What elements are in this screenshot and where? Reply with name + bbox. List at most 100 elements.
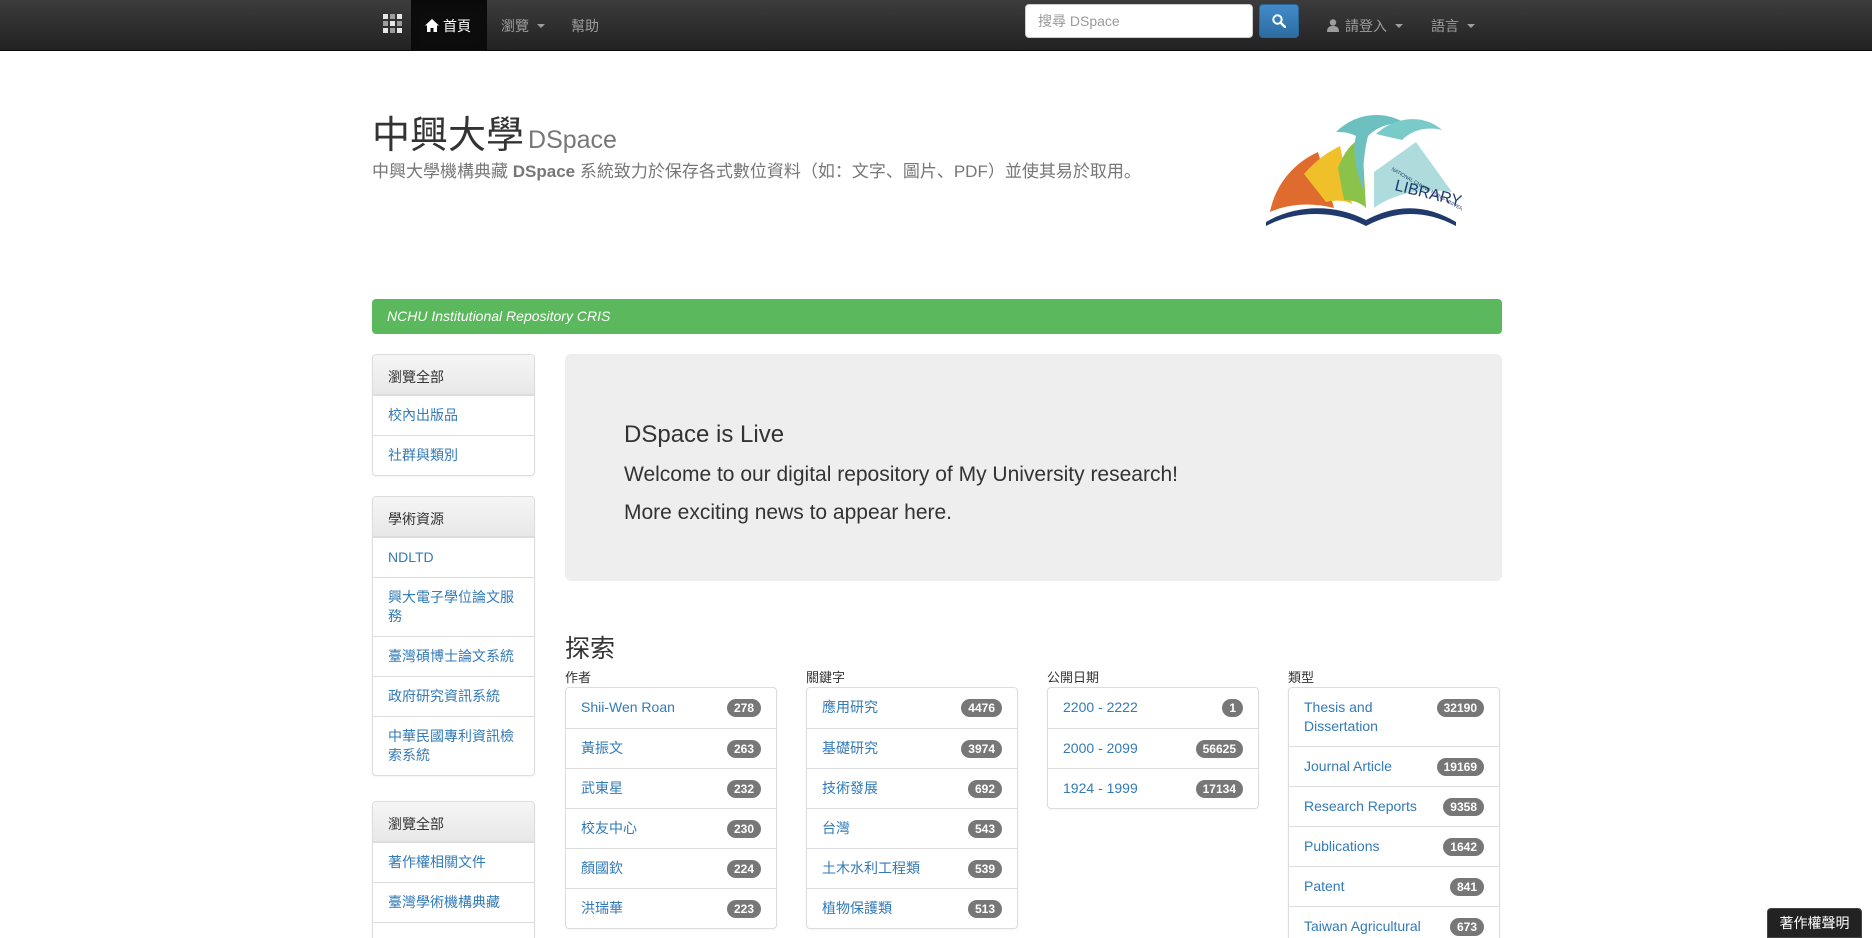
sidebar-item-patent-search[interactable]: 中華民國專利資訊檢索系統 (373, 716, 534, 775)
facet-item[interactable]: 土木水利工程類 539 (807, 848, 1017, 888)
sidebar-item-communities[interactable]: 社群與類別 (373, 435, 534, 475)
facet-link[interactable]: Patent (1304, 877, 1344, 896)
search-button[interactable] (1259, 4, 1299, 38)
facet-link[interactable]: 武東星 (581, 779, 623, 798)
facet-label: 類型 (1288, 670, 1315, 685)
news-title: DSpace is Live (624, 421, 785, 448)
count-badge: 9358 (1443, 798, 1484, 816)
facet-link[interactable]: 土木水利工程類 (822, 859, 920, 878)
facet-item[interactable]: 武東星 232 (566, 768, 776, 808)
user-icon (1327, 19, 1339, 32)
caret-down-icon (1467, 23, 1475, 28)
sidebar-item-etd-service[interactable]: 興大電子學位論文服務 (373, 577, 534, 636)
count-badge: 32190 (1436, 699, 1484, 717)
facet-item[interactable]: Shii-Wen Roan 278 (566, 688, 776, 728)
news-line-1: Welcome to our digital repository of My … (624, 463, 1178, 486)
search-input[interactable] (1025, 4, 1253, 38)
count-badge: 692 (967, 780, 1002, 798)
nav-language-label: 語言 (1431, 17, 1459, 34)
facet-link[interactable]: Journal Article (1304, 757, 1392, 776)
nav-help-label: 幫助 (571, 17, 599, 34)
facet-item[interactable]: 技術發展 692 (807, 768, 1017, 808)
sidebar-heading: 瀏覽全部 (373, 802, 534, 842)
sidebar-heading: 學術資源 (373, 497, 534, 537)
facet-link[interactable]: 黃振文 (581, 739, 623, 758)
facet-item[interactable]: 校友中心 230 (566, 808, 776, 848)
library-logo[interactable]: NATIONAL CHUNG HSING UNIVERSITY LIBRARY (1256, 112, 1462, 232)
count-badge: 223 (726, 900, 761, 918)
facet-link[interactable]: Publications (1304, 837, 1380, 856)
facet-link[interactable]: 植物保護類 (822, 899, 892, 918)
facet-link[interactable]: 應用研究 (822, 698, 878, 717)
facet-label: 作者 (565, 670, 592, 685)
sidebar-item-grb[interactable]: 政府研究資訊系統 (373, 676, 534, 716)
facet-item[interactable]: 2000 - 2099 56625 (1048, 728, 1258, 768)
facet-link[interactable]: 2200 - 2222 (1063, 698, 1138, 717)
facet-link[interactable]: Taiwan Agricultural (1304, 917, 1421, 936)
facet-list: Thesis and Dissertation 32190 Journal Art… (1288, 687, 1500, 938)
facet-link[interactable]: 技術發展 (822, 779, 878, 798)
facet-link[interactable]: 顏國欽 (581, 859, 623, 878)
search-icon (1272, 14, 1286, 28)
facet-item[interactable]: Taiwan Agricultural 673 (1289, 906, 1499, 938)
facet-item[interactable]: 台灣 543 (807, 808, 1017, 848)
nav-language-dropdown[interactable]: 語言 (1431, 0, 1475, 51)
news-line-2: More exciting news to appear here. (624, 501, 953, 524)
sidebar-item-ndltd[interactable]: NDLTD (373, 537, 534, 577)
nav-browse-dropdown[interactable]: 瀏覽 (501, 0, 545, 51)
sidebar-item-thesis-system[interactable]: 臺灣碩博士論文系統 (373, 636, 534, 676)
count-badge: 1642 (1443, 838, 1484, 856)
facet-item[interactable]: Research Reports 9358 (1289, 786, 1499, 826)
facet-item[interactable]: Publications 1642 (1289, 826, 1499, 866)
sidebar-item-copyright-docs[interactable]: 著作權相關文件 (373, 842, 534, 882)
sidebar-heading: 瀏覽全部 (373, 355, 534, 395)
news-jumbotron: DSpace is Live Welcome to our digital re… (565, 354, 1502, 581)
facet-link[interactable]: 台灣 (822, 819, 850, 838)
facet-item[interactable]: 顏國欽 224 (566, 848, 776, 888)
nav-browse-label: 瀏覽 (501, 17, 529, 34)
facet-item[interactable]: 1924 - 1999 17134 (1048, 768, 1258, 808)
facet-item[interactable]: 2200 - 2222 1 (1048, 688, 1258, 728)
facet-link[interactable]: 校友中心 (581, 819, 637, 838)
facet-link[interactable]: 2000 - 2099 (1063, 739, 1138, 758)
count-badge: 3974 (961, 740, 1002, 758)
facet-link[interactable]: Thesis and Dissertation (1304, 698, 1434, 736)
facet-link[interactable]: Shii-Wen Roan (581, 698, 675, 717)
top-navbar: 首頁 瀏覽 幫助 請登入 語言 (0, 0, 1872, 51)
facet-link[interactable]: 1924 - 1999 (1063, 779, 1138, 798)
count-badge: 224 (726, 860, 761, 878)
count-badge: 841 (1449, 878, 1484, 896)
nav-login-label: 請登入 (1345, 17, 1387, 34)
facet-link[interactable]: 基礎研究 (822, 739, 878, 758)
facet-item[interactable]: Journal Article 19169 (1289, 746, 1499, 786)
sidebar-panel-browse-2: 瀏覽全部 著作權相關文件 臺灣學術機構典藏 (372, 801, 535, 938)
dspace-logo-icon[interactable] (372, 0, 412, 51)
facet-item[interactable]: 植物保護類 513 (807, 888, 1017, 928)
sidebar-item-tair[interactable]: 臺灣學術機構典藏 (373, 882, 534, 922)
site-title: 中興大學 DSpace (372, 113, 617, 157)
copyright-notice-button[interactable]: 著作權聲明 (1767, 908, 1862, 938)
nav-login-dropdown[interactable]: 請登入 (1327, 0, 1403, 51)
facet-item[interactable]: Patent 841 (1289, 866, 1499, 906)
facet-item[interactable]: 基礎研究 3974 (807, 728, 1017, 768)
count-badge: 17134 (1195, 780, 1243, 798)
facet-item[interactable]: Thesis and Dissertation 32190 (1289, 688, 1499, 746)
facet-label: 公開日期 (1047, 670, 1100, 685)
facet-link[interactable]: Research Reports (1304, 797, 1417, 816)
count-badge: 19169 (1436, 758, 1484, 776)
sidebar-item-campus-publications[interactable]: 校內出版品 (373, 395, 534, 435)
facet-list: 應用研究 4476 基礎研究 3974 技術發展 692 台灣 543 土木水利工程類 5… (806, 687, 1018, 929)
nav-help[interactable]: 幫助 (571, 0, 599, 51)
facet-item[interactable]: 黃振文 263 (566, 728, 776, 768)
count-badge: 673 (1449, 918, 1484, 936)
sidebar-panel-academic: 學術資源 NDLTD 興大電子學位論文服務 臺灣碩博士論文系統 政府研究資訊系統… (372, 496, 535, 776)
facet-item[interactable]: 應用研究 4476 (807, 688, 1017, 728)
facet-type: 類型 Thesis and Dissertation 32190 Journal … (1288, 669, 1500, 938)
facet-item[interactable]: 洪瑞華 223 (566, 888, 776, 928)
count-badge: 230 (726, 820, 761, 838)
facet-link[interactable]: 洪瑞華 (581, 899, 623, 918)
sidebar-item-cut-off[interactable] (373, 922, 534, 938)
nav-home[interactable]: 首頁 (411, 0, 487, 51)
count-badge: 232 (726, 780, 761, 798)
count-badge: 56625 (1195, 740, 1243, 758)
